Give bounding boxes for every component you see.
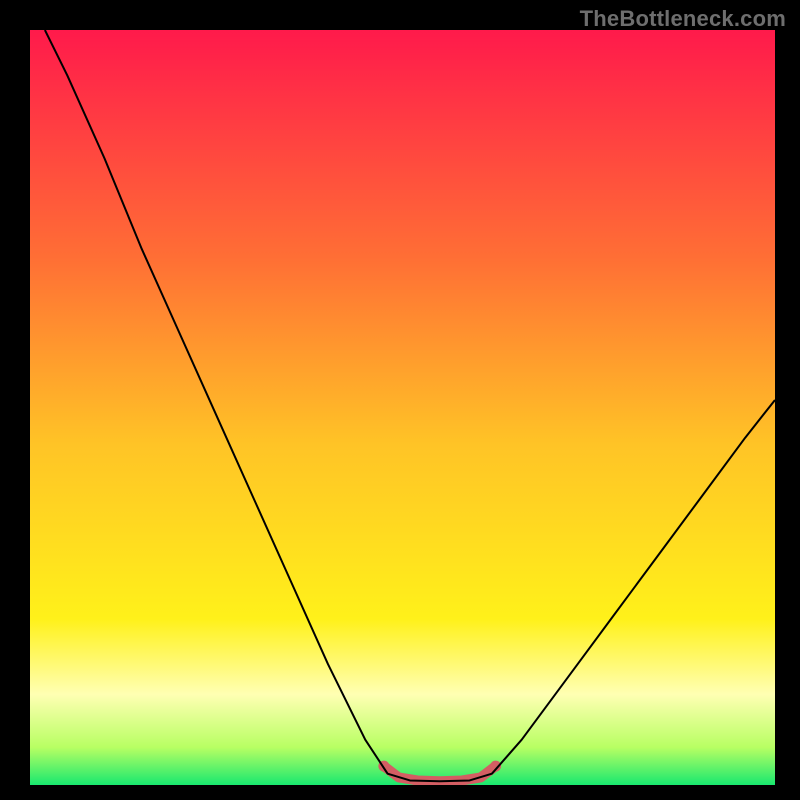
watermark-text: TheBottleneck.com	[580, 6, 786, 32]
chart-frame: TheBottleneck.com	[0, 0, 800, 800]
plot-svg	[30, 30, 775, 785]
plot-area	[30, 30, 775, 785]
